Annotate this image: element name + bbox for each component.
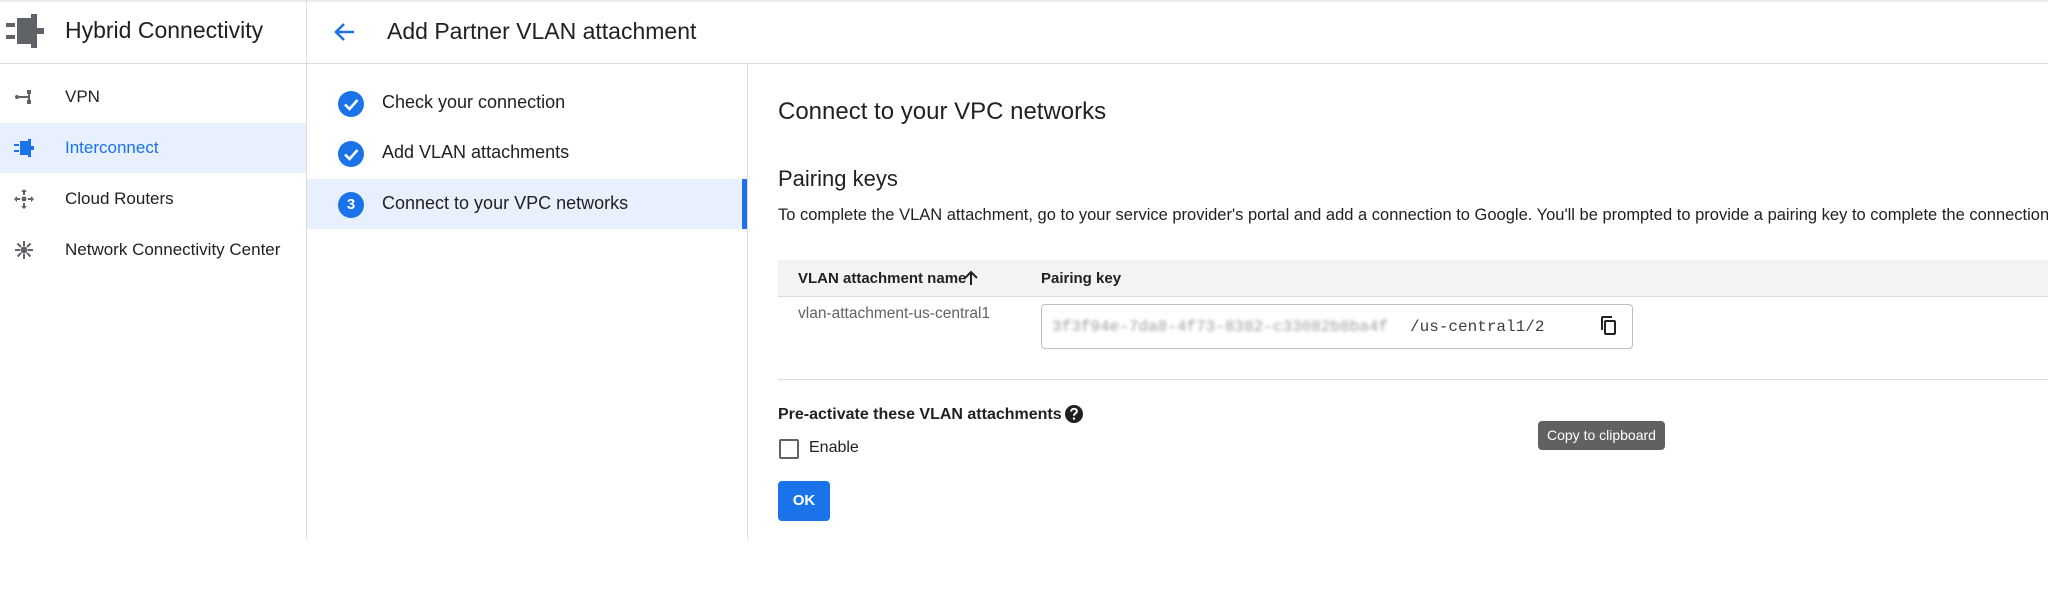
pairing-key-field[interactable]: 3f3f94e-7da8-4f73-8382-c33082b8ba4f /us-… — [1041, 304, 1633, 349]
cloud-router-icon — [14, 189, 34, 209]
vlan-attachment-name: vlan-attachment-us-central1 — [798, 305, 991, 322]
sidebar-item-network-connectivity-center[interactable]: Network Connectivity Center — [0, 225, 306, 275]
main-content: Connect to your VPC networks Pairing key… — [748, 64, 2048, 539]
section-title: Connect to your VPC networks — [778, 98, 1107, 125]
step-label: Add VLAN attachments — [382, 142, 570, 162]
enable-checkbox-label[interactable]: Enable — [809, 439, 859, 457]
pairing-key-suffix: /us-central1/2 — [1410, 318, 1545, 336]
check-circle-icon — [338, 141, 364, 167]
sidebar-item-interconnect[interactable]: Interconnect — [0, 123, 306, 173]
active-step-indicator — [742, 179, 747, 229]
product-title: Hybrid Connectivity — [65, 17, 264, 43]
step-add-vlan-attachments[interactable]: Add VLAN attachments — [307, 128, 747, 178]
sidebar-item-label: Interconnect — [65, 138, 159, 157]
step-label: Check your connection — [382, 92, 566, 112]
arrow-back-icon[interactable] — [327, 14, 363, 50]
vpn-icon — [15, 90, 31, 104]
page-title: Add Partner VLAN attachment — [387, 18, 697, 44]
copy-icon[interactable] — [1596, 313, 1622, 339]
stepper: Check your connection Add VLAN attachmen… — [307, 64, 748, 539]
step-label: Connect to your VPC networks — [382, 193, 629, 213]
sidebar: Hybrid Connectivity VPN Interconnect Clo… — [0, 0, 307, 539]
pairing-key-masked: 3f3f94e-7da8-4f73-8382-c33082b8ba4f — [1052, 318, 1389, 336]
ok-button[interactable]: OK — [778, 481, 830, 521]
sidebar-item-label: Cloud Routers — [65, 189, 174, 208]
step-number-badge: 3 — [338, 192, 364, 218]
column-header-pairing-key: Pairing key — [1041, 270, 1122, 287]
step-connect-vpc[interactable]: 3 Connect to your VPC networks — [307, 179, 747, 229]
interconnect-icon — [14, 139, 34, 157]
help-icon[interactable] — [1063, 403, 1085, 425]
pairing-keys-title: Pairing keys — [778, 166, 898, 191]
enable-checkbox[interactable] — [779, 439, 799, 459]
sidebar-item-label: Network Connectivity Center — [65, 240, 281, 259]
page-header: Add Partner VLAN attachment — [307, 0, 2048, 64]
preactivate-label: Pre-activate these VLAN attachments — [778, 406, 1062, 423]
sidebar-item-vpn[interactable]: VPN — [0, 72, 306, 122]
pairing-keys-description: To complete the VLAN attachment, go to y… — [778, 206, 2048, 224]
sidebar-item-cloud-routers[interactable]: Cloud Routers — [0, 174, 306, 224]
network-hub-icon — [15, 241, 33, 259]
copy-tooltip: Copy to clipboard — [1538, 421, 1665, 450]
interconnect-product-icon — [6, 14, 44, 48]
product-header: Hybrid Connectivity — [0, 0, 306, 64]
step-check-connection[interactable]: Check your connection — [307, 78, 747, 128]
sidebar-item-label: VPN — [65, 87, 100, 106]
column-header-name[interactable]: VLAN attachment name — [798, 270, 966, 287]
check-circle-icon — [338, 91, 364, 117]
table-header: VLAN attachment name Pairing key — [778, 260, 2048, 297]
table-row: vlan-attachment-us-central1 3f3f94e-7da8… — [778, 297, 2048, 380]
arrow-upward-icon[interactable] — [961, 268, 981, 288]
